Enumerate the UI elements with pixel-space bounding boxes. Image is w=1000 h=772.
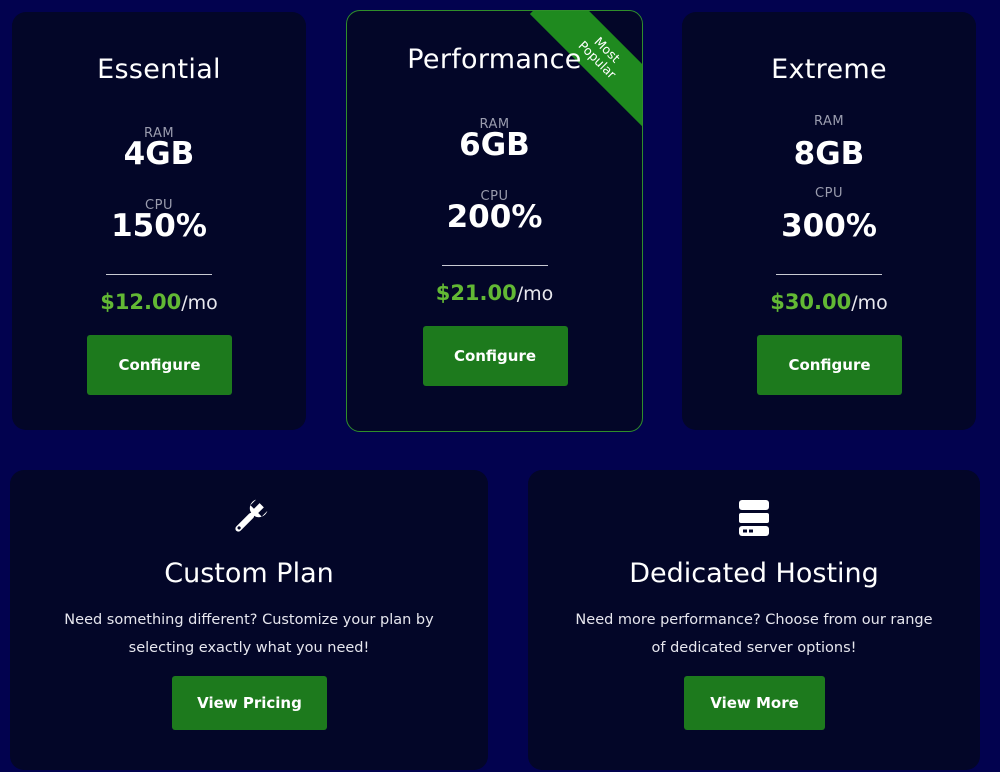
cpu-label: CPU [815,186,843,201]
plan-card-extreme: Extreme RAM 8GB CPU 300% $30.00/mo Confi… [682,12,976,430]
plan-name: Essential [97,54,221,85]
divider [776,274,882,275]
ram-value: 8GB [793,136,865,172]
plan-card-essential: Essential RAM 4GB CPU 150% $12.00/mo Con… [12,12,306,430]
price-amount: $30.00 [770,290,852,314]
wrench-icon [229,498,269,538]
price-period: /mo [181,292,218,314]
server-icon [734,498,774,538]
price-amount: $12.00 [100,290,182,314]
configure-button-essential[interactable]: Configure [87,335,232,395]
plan-name: Extreme [771,54,887,85]
price: $21.00/mo [347,281,642,305]
plan-name: Performance [407,44,582,75]
ram-label: RAM [813,114,845,129]
custom-plan-title: Custom Plan [164,558,334,589]
divider [106,274,212,275]
ram-value: 6GB [459,127,530,163]
configure-button-extreme[interactable]: Configure [757,335,902,395]
configure-button-performance[interactable]: Configure [422,326,568,386]
divider [441,265,548,266]
custom-plan-card: Custom Plan Need something different? Cu… [10,470,488,770]
dedicated-hosting-description: Need more performance? Choose from our r… [575,612,933,656]
view-pricing-button[interactable]: View Pricing [172,676,327,730]
price: $12.00/mo [12,290,306,314]
cpu-value: 150% [111,208,207,244]
ram-value: 4GB [123,136,195,172]
custom-plan-description: Need something different? Customize your… [64,612,434,656]
price-period: /mo [851,292,888,314]
cpu-value: 200% [446,199,543,235]
view-more-button[interactable]: View More [684,676,825,730]
pricing-page: Essential RAM 4GB CPU 150% $12.00/mo Con… [0,0,1000,772]
price-amount: $21.00 [435,281,517,305]
dedicated-hosting-title: Dedicated Hosting [629,558,879,589]
price-period: /mo [516,283,554,305]
cpu-value: 300% [781,208,877,244]
plan-card-performance: Most Popular Performance RAM 6GB CPU 200… [346,10,643,432]
dedicated-hosting-card: Dedicated Hosting Need more performance?… [528,470,980,770]
price: $30.00/mo [682,290,976,314]
